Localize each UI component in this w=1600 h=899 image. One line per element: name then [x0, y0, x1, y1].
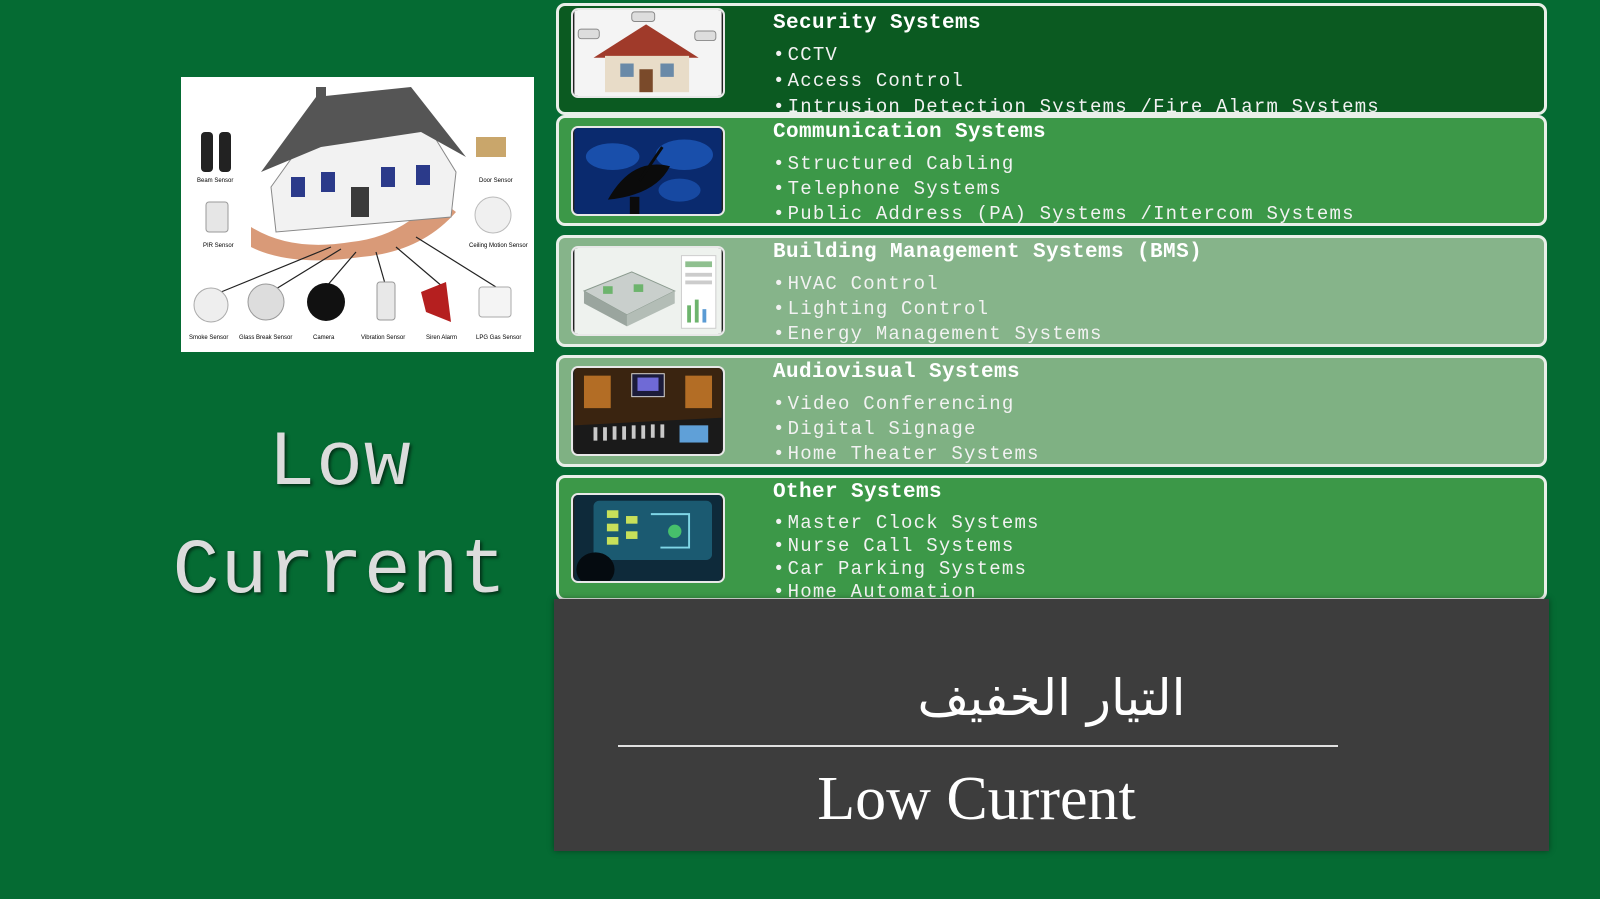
list-item: Home Theater Systems [773, 442, 1040, 464]
list-item: Lighting Control [773, 297, 1103, 322]
panel-title: Communication Systems [773, 121, 1047, 144]
arabic-title: التيار الخفيف [917, 669, 1186, 727]
panel-title: Building Management Systems (BMS) [773, 241, 1203, 264]
panel-item-list: CCTV Access Control Intrusion Detection … [773, 42, 1380, 112]
sensor-label: LPG Gas Sensor [476, 335, 521, 341]
list-item: HVAC Control [773, 272, 1103, 297]
list-item: Intrusion Detection Systems /Fire Alarm … [773, 94, 1380, 112]
list-item: Structured Cabling [773, 152, 1355, 177]
heading-line-1: Low [268, 420, 412, 508]
list-item: Access Control [773, 68, 1380, 94]
divider [618, 745, 1338, 747]
sensor-label: Ceiling Motion Sensor [469, 243, 528, 249]
panel-title: Audiovisual Systems [773, 361, 1021, 384]
sensor-label: Beam Sensor [197, 178, 233, 184]
list-item: Public Address (PA) Systems /Intercom Sy… [773, 202, 1355, 223]
panel-item-list: Video Conferencing Digital Signage Home … [773, 392, 1040, 464]
heading-line-2: Current [172, 528, 508, 616]
control-screen-icon [571, 493, 725, 583]
panel-item-list: HVAC Control Lighting Control Energy Man… [773, 272, 1103, 344]
panel-item-list: Master Clock Systems Nurse Call Systems … [773, 512, 1040, 598]
sensor-label: Camera [313, 335, 335, 341]
list-item: Energy Management Systems [773, 322, 1103, 344]
satellite-dish-icon [571, 126, 725, 216]
studio-console-icon [571, 366, 725, 456]
list-item: CCTV [773, 42, 1380, 68]
list-item: Nurse Call Systems [773, 535, 1040, 558]
title-card: التيار الخفيف Low Current [554, 599, 1549, 851]
list-item: Digital Signage [773, 417, 1040, 442]
list-item: Home Automation [773, 581, 1040, 598]
panel-title: Other Systems [773, 481, 943, 504]
sensor-label: Vibration Sensor [361, 335, 405, 341]
panel-security-systems: Security Systems CCTV Access Control Int… [556, 3, 1547, 115]
house-sensors-illustration: Beam Sensor Door Sensor PIR Sensor Ceili… [181, 77, 534, 352]
panel-other-systems: Other Systems Master Clock Systems Nurse… [556, 475, 1547, 601]
low-current-heading: Low Current [130, 410, 550, 626]
list-item: Master Clock Systems [773, 512, 1040, 535]
building-dashboard-icon [571, 246, 725, 336]
house-cctv-icon [571, 8, 725, 98]
english-title: Low Current [817, 765, 1136, 833]
list-item: Car Parking Systems [773, 558, 1040, 581]
sensor-label: Door Sensor [479, 178, 513, 184]
smart-home-sensors-image: Beam Sensor Door Sensor PIR Sensor Ceili… [181, 77, 534, 352]
sensor-label: Glass Break Sensor [239, 335, 292, 341]
panel-building-management-systems: Building Management Systems (BMS) HVAC C… [556, 235, 1547, 347]
panel-title: Security Systems [773, 12, 982, 35]
list-item: Telephone Systems [773, 177, 1355, 202]
sensor-label: Smoke Sensor [189, 335, 228, 341]
panel-item-list: Structured Cabling Telephone Systems Pub… [773, 152, 1355, 223]
panel-audiovisual-systems: Audiovisual Systems Video Conferencing D… [556, 355, 1547, 467]
sensor-label: PIR Sensor [203, 243, 234, 249]
sensor-label: Siren Alarm [426, 335, 457, 341]
panel-communication-systems: Communication Systems Structured Cabling… [556, 115, 1547, 226]
list-item: Video Conferencing [773, 392, 1040, 417]
